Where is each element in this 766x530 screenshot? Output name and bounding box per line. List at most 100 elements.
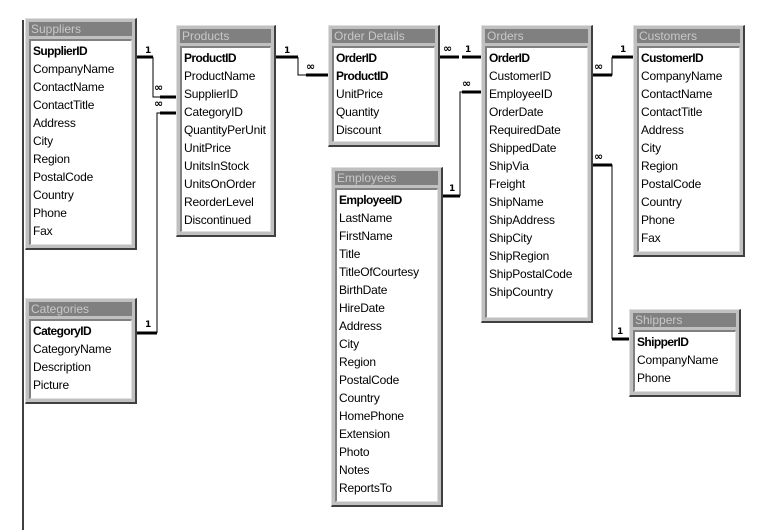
field-row[interactable]: Quantity <box>336 103 432 121</box>
relationship-line[interactable] <box>459 91 483 196</box>
table-title[interactable]: Orders <box>485 29 588 43</box>
field-row[interactable]: Region <box>641 157 737 175</box>
field-row[interactable]: EmployeeID <box>489 85 585 103</box>
field-row[interactable]: Picture <box>33 376 129 394</box>
field-row[interactable]: Address <box>641 121 737 139</box>
primary-key-field[interactable]: ProductID <box>184 49 268 67</box>
field-row[interactable]: Freight <box>489 175 585 193</box>
field-row[interactable]: City <box>641 139 737 157</box>
table-orders[interactable]: Orders OrderID CustomerID EmployeeID OrderD… <box>481 25 593 323</box>
field-row[interactable]: Discontinued <box>184 211 268 229</box>
primary-key-field[interactable]: SupplierID <box>33 42 129 60</box>
field-row[interactable]: ContactName <box>641 85 737 103</box>
field-row[interactable]: ShipAddress <box>489 211 585 229</box>
field-row[interactable]: PostalCode <box>339 371 435 389</box>
table-title[interactable]: Products <box>180 29 271 43</box>
field-list[interactable]: SupplierID CompanyName ContactName ContactT… <box>29 39 132 245</box>
field-row[interactable]: Notes <box>339 461 435 479</box>
field-row[interactable]: HomePhone <box>339 407 435 425</box>
field-row[interactable]: Title <box>339 245 435 263</box>
field-row[interactable]: ReportsTo <box>339 479 435 497</box>
primary-key-field[interactable]: OrderID <box>336 49 432 67</box>
relationship-line[interactable] <box>593 164 613 339</box>
field-row[interactable]: Region <box>33 150 129 168</box>
field-row[interactable]: BirthDate <box>339 281 435 299</box>
field-row[interactable]: ShipRegion <box>489 247 585 265</box>
field-row[interactable]: RequiredDate <box>489 121 585 139</box>
primary-key-field[interactable]: ProductID <box>336 67 432 85</box>
field-row[interactable]: CompanyName <box>33 60 129 78</box>
field-row[interactable]: PostalCode <box>641 175 737 193</box>
field-row[interactable]: Address <box>33 114 129 132</box>
field-row[interactable]: LastName <box>339 209 435 227</box>
field-row[interactable]: ShippedDate <box>489 139 585 157</box>
field-row[interactable]: Region <box>339 353 435 371</box>
table-suppliers[interactable]: Suppliers SupplierID CompanyName ContactNa… <box>25 18 137 250</box>
table-title[interactable]: Customers <box>637 29 740 43</box>
primary-key-field[interactable]: CustomerID <box>641 49 737 67</box>
field-row[interactable]: City <box>339 335 435 353</box>
field-row[interactable]: PostalCode <box>33 168 129 186</box>
table-title[interactable]: Shippers <box>633 313 736 327</box>
field-row[interactable]: UnitsInStock <box>184 157 268 175</box>
field-row[interactable]: Extension <box>339 425 435 443</box>
table-categories[interactable]: Categories CategoryID CategoryName Descrip… <box>25 298 137 404</box>
primary-key-field[interactable]: ShipperID <box>637 333 733 351</box>
field-row[interactable]: SupplierID <box>184 85 268 103</box>
field-row[interactable]: Discount <box>336 121 432 139</box>
field-list[interactable]: CustomerID CompanyName ContactName ContactT… <box>637 46 740 252</box>
primary-key-field[interactable]: OrderID <box>489 49 585 67</box>
field-row[interactable]: ShipName <box>489 193 585 211</box>
field-row[interactable]: ShipPostalCode <box>489 265 585 283</box>
field-row[interactable]: Photo <box>339 443 435 461</box>
field-row[interactable]: UnitsOnOrder <box>184 175 268 193</box>
field-row[interactable]: UnitPrice <box>336 85 432 103</box>
field-row[interactable]: Country <box>339 389 435 407</box>
field-row[interactable]: Phone <box>637 369 733 387</box>
table-title[interactable]: Employees <box>335 171 438 185</box>
field-list[interactable]: ShipperID CompanyName Phone <box>633 330 736 392</box>
field-row[interactable]: ContactTitle <box>33 96 129 114</box>
field-row[interactable]: CustomerID <box>489 67 585 85</box>
field-row[interactable]: CompanyName <box>641 67 737 85</box>
field-row[interactable]: CompanyName <box>637 351 733 369</box>
field-row[interactable]: Address <box>339 317 435 335</box>
field-row[interactable]: UnitPrice <box>184 139 268 157</box>
field-row[interactable]: Country <box>641 193 737 211</box>
field-list[interactable]: EmployeeID LastName FirstName Title TitleOfC… <box>335 188 438 502</box>
field-row[interactable]: ContactTitle <box>641 103 737 121</box>
primary-key-field[interactable]: CategoryID <box>33 322 129 340</box>
field-row[interactable]: TitleOfCourtesy <box>339 263 435 281</box>
table-shippers[interactable]: Shippers ShipperID CompanyName Phone <box>629 309 741 397</box>
field-row[interactable]: ContactName <box>33 78 129 96</box>
field-list[interactable]: ProductID ProductName SupplierID CategoryID… <box>180 46 271 232</box>
field-row[interactable]: CategoryName <box>33 340 129 358</box>
field-row[interactable]: HireDate <box>339 299 435 317</box>
field-row[interactable]: ShipCountry <box>489 283 585 301</box>
field-row[interactable]: City <box>33 132 129 150</box>
field-row[interactable]: Fax <box>641 229 737 247</box>
field-row[interactable]: ReorderLevel <box>184 193 268 211</box>
table-employees[interactable]: Employees EmployeeID LastName FirstName Tit… <box>331 167 443 507</box>
field-row[interactable]: Phone <box>641 211 737 229</box>
table-title[interactable]: Suppliers <box>29 22 132 36</box>
field-row[interactable]: FirstName <box>339 227 435 245</box>
primary-key-field[interactable]: EmployeeID <box>339 191 435 209</box>
field-row[interactable]: Fax <box>33 222 129 240</box>
field-row[interactable]: CategoryID <box>184 103 268 121</box>
relationship-line[interactable] <box>156 112 178 333</box>
field-row[interactable]: ShipCity <box>489 229 585 247</box>
field-list[interactable]: OrderID CustomerID EmployeeID OrderDate Requ… <box>485 46 588 318</box>
field-row[interactable]: ShipVia <box>489 157 585 175</box>
field-row[interactable]: Phone <box>33 204 129 222</box>
field-row[interactable]: Description <box>33 358 129 376</box>
table-title[interactable]: Categories <box>29 302 132 316</box>
field-list[interactable]: OrderID ProductID UnitPrice Quantity Discoun… <box>332 46 435 142</box>
table-order-details[interactable]: Order Details OrderID ProductID UnitPrice Q… <box>328 25 440 147</box>
field-row[interactable]: QuantityPerUnit <box>184 121 268 139</box>
field-row[interactable]: Country <box>33 186 129 204</box>
field-row[interactable]: OrderDate <box>489 103 585 121</box>
field-row[interactable]: ProductName <box>184 67 268 85</box>
table-customers[interactable]: Customers CustomerID CompanyName ContactNa… <box>633 25 745 257</box>
field-list[interactable]: CategoryID CategoryName Description Picture <box>29 319 132 399</box>
